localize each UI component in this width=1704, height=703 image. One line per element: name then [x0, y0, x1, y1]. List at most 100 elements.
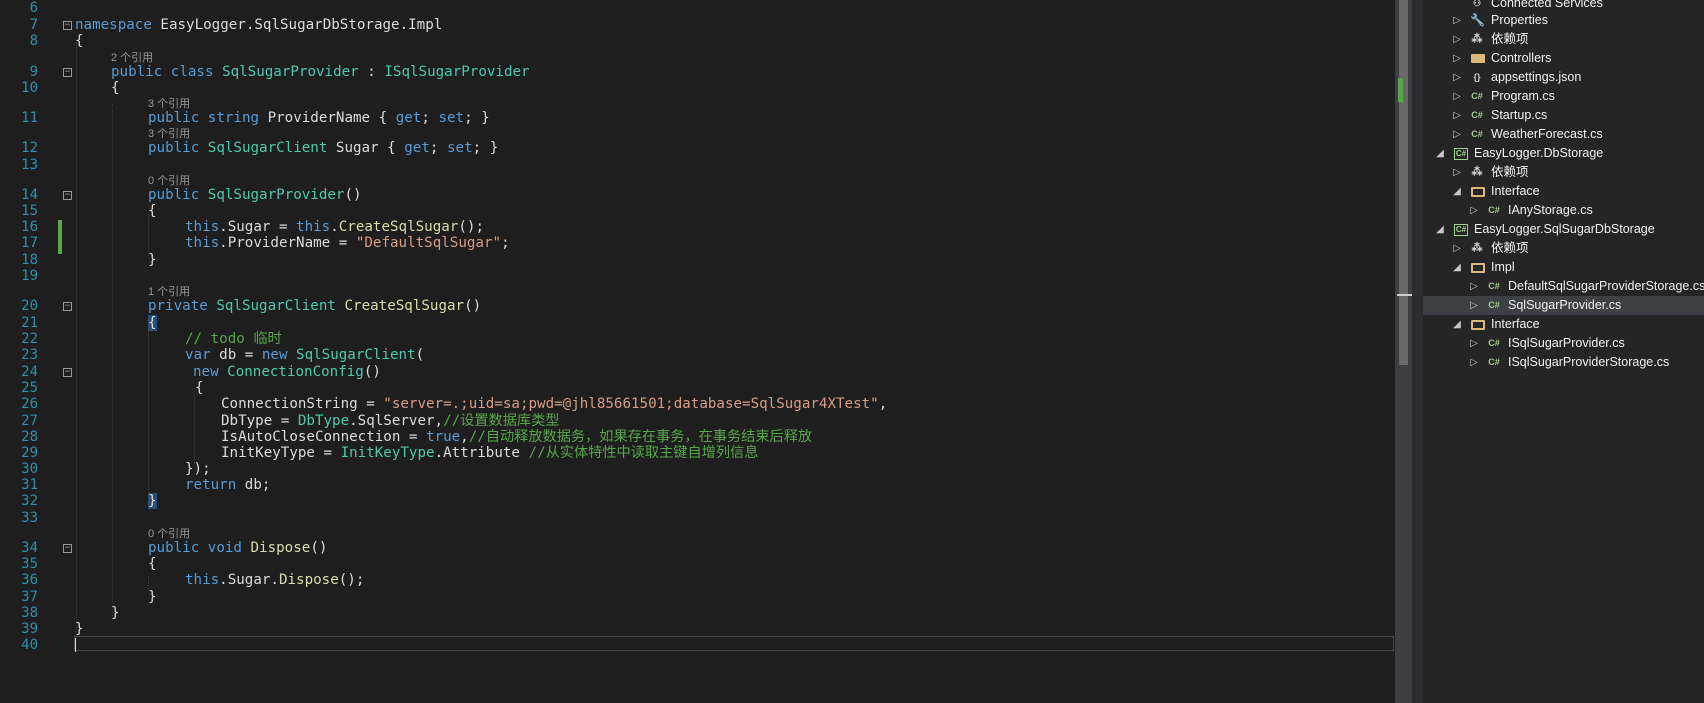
expanded-arrow-icon[interactable]: ◢	[1452, 258, 1462, 277]
tree-item-label: ISqlSugarProviderStorage.cs	[1508, 355, 1670, 369]
code-line[interactable]: 26 ConnectionString = "server=.;uid=sa;p…	[0, 396, 1395, 412]
expand-arrow-icon[interactable]: ▷	[1452, 68, 1462, 87]
line-number: 20	[21, 298, 38, 314]
expand-arrow-icon[interactable]: ▷	[1452, 87, 1462, 106]
code-line[interactable]: 25 {	[0, 380, 1395, 396]
code-line[interactable]: 22 // todo 临时	[0, 331, 1395, 347]
tree-item-program[interactable]: ▷ C# Program.cs	[1423, 87, 1704, 106]
tree-item-interface-folder[interactable]: ◢ Interface	[1423, 315, 1704, 334]
code-line[interactable]: 15 {	[0, 203, 1395, 219]
expand-arrow-icon[interactable]: ▷	[1452, 49, 1462, 68]
code-line[interactable]: 17 this.ProviderName = "DefaultSqlSugar"…	[0, 235, 1395, 251]
code-line[interactable]: 36 this.Sugar.Dispose();	[0, 572, 1395, 588]
codelens-references[interactable]: 1 个引用	[148, 286, 190, 298]
editor-vertical-scrollbar[interactable]	[1395, 0, 1413, 703]
code-editor[interactable]: 6 7 − namespace EasyLogger.SqlSugarDbSto…	[0, 0, 1395, 703]
tree-item-label: Program.cs	[1491, 89, 1555, 103]
tree-item-appsettings[interactable]: ▷ {} appsettings.json	[1423, 68, 1704, 87]
tree-item-properties[interactable]: ▷ 🔧 Properties	[1423, 11, 1704, 30]
code-line[interactable]: 39 }	[0, 621, 1395, 637]
expand-arrow-icon[interactable]: ▷	[1452, 106, 1462, 125]
collapse-toggle-icon[interactable]: −	[63, 21, 72, 30]
code-line[interactable]: 37 }	[0, 589, 1395, 605]
expanded-arrow-icon[interactable]: ◢	[1452, 182, 1462, 201]
code-line[interactable]: 12 public SqlSugarClient Sugar { get; se…	[0, 140, 1395, 156]
code-line[interactable]: 13	[0, 157, 1395, 173]
expanded-arrow-icon[interactable]: ◢	[1452, 315, 1462, 334]
code-line[interactable]: 29 InitKeyType = InitKeyType.Attribute /…	[0, 445, 1395, 461]
collapse-toggle-icon[interactable]: −	[63, 302, 72, 311]
panel-splitter[interactable]	[1412, 0, 1423, 703]
tree-item-controllers[interactable]: ▷ Controllers	[1423, 49, 1704, 68]
codelens-references[interactable]: 0 个引用	[148, 528, 190, 540]
code-line[interactable]: 38 }	[0, 605, 1395, 621]
code-line[interactable]: 9 − public class SqlSugarProvider : ISql…	[0, 64, 1395, 80]
tree-item-isqlsugarprovider[interactable]: ▷ C# ISqlSugarProvider.cs	[1423, 334, 1704, 353]
tree-item-isqlsugarproviderstorage[interactable]: ▷ C# ISqlSugarProviderStorage.cs	[1423, 353, 1704, 372]
expand-arrow-icon[interactable]: ▷	[1452, 125, 1462, 144]
expand-arrow-icon[interactable]: ▷	[1469, 334, 1479, 353]
code-line[interactable]: 24 − new ConnectionConfig()	[0, 364, 1395, 380]
code-line[interactable]: 32 }	[0, 493, 1395, 509]
tree-item-label: 依赖项	[1491, 165, 1529, 179]
tree-item-sqlsugarprovider[interactable]: ▷ C# SqlSugarProvider.cs	[1423, 296, 1704, 315]
codelens-references[interactable]: 0 个引用	[148, 175, 190, 187]
expand-arrow-icon[interactable]: ▷	[1469, 201, 1479, 220]
code-line[interactable]: 7 − namespace EasyLogger.SqlSugarDbStora…	[0, 17, 1395, 33]
tree-item-dependencies[interactable]: ▷ ⁂ 依赖项	[1423, 239, 1704, 258]
codelens-references[interactable]: 3 个引用	[148, 98, 190, 110]
tree-item-defaultsqlsugarproviderstorage[interactable]: ▷ C# DefaultSqlSugarProviderStorage.cs	[1423, 277, 1704, 296]
code-line[interactable]: 28 IsAutoCloseConnection = true,//自动释放数据…	[0, 429, 1395, 445]
code-line[interactable]: 16 this.Sugar = this.CreateSqlSugar();	[0, 219, 1395, 235]
code-line[interactable]: 27 DbType = DbType.SqlServer,//设置数据库类型	[0, 413, 1395, 429]
expand-arrow-icon[interactable]: ▷	[1452, 163, 1462, 182]
expanded-arrow-icon[interactable]: ◢	[1435, 220, 1445, 239]
code-line[interactable]: 20 − private SqlSugarClient CreateSqlSug…	[0, 298, 1395, 314]
codelens-references[interactable]: 3 个引用	[148, 128, 190, 140]
collapse-toggle-icon[interactable]: −	[63, 544, 72, 553]
tree-item-ianystorage[interactable]: ▷ C# IAnyStorage.cs	[1423, 201, 1704, 220]
expand-arrow-icon[interactable]: ▷	[1452, 11, 1462, 30]
expand-arrow-icon[interactable]: ▷	[1469, 277, 1479, 296]
expanded-arrow-icon[interactable]: ◢	[1435, 144, 1445, 163]
code-line[interactable]: 35 {	[0, 556, 1395, 572]
code-line[interactable]: 11 public string ProviderName { get; set…	[0, 110, 1395, 126]
line-number: 9	[29, 64, 38, 80]
solution-explorer[interactable]: ⚇ Connected Services ▷ 🔧 Properties ▷ ⁂ …	[1423, 0, 1704, 703]
code-line[interactable]: 34 − public void Dispose()	[0, 540, 1395, 556]
code-line[interactable]: 19	[0, 268, 1395, 284]
tree-item-project-sqlsugardbstorage[interactable]: ◢ C# EasyLogger.SqlSugarDbStorage	[1423, 220, 1704, 239]
code-line[interactable]: 21 {	[0, 315, 1395, 331]
tree-item-label: EasyLogger.SqlSugarDbStorage	[1474, 222, 1655, 236]
code-line[interactable]: 14 − public SqlSugarProvider()	[0, 187, 1395, 203]
line-number: 27	[21, 413, 38, 429]
code-line[interactable]: 30 });	[0, 461, 1395, 477]
tree-item-interface-folder[interactable]: ◢ Interface	[1423, 182, 1704, 201]
code-line[interactable]: 8 {	[0, 33, 1395, 49]
tree-item-project-dbstorage[interactable]: ◢ C# EasyLogger.DbStorage	[1423, 144, 1704, 163]
collapse-toggle-icon[interactable]: −	[63, 368, 72, 377]
code-line[interactable]: 23 var db = new SqlSugarClient(	[0, 347, 1395, 363]
expand-arrow-icon[interactable]: ▷	[1452, 239, 1462, 258]
scrollbar-thumb[interactable]	[1399, 0, 1408, 365]
code-line[interactable]: 6	[0, 0, 1395, 16]
csharp-file-icon: C#	[1488, 281, 1500, 291]
collapse-toggle-icon[interactable]: −	[63, 191, 72, 200]
tree-item-dependencies[interactable]: ▷ ⁂ 依赖项	[1423, 30, 1704, 49]
code-text: this.Sugar.Dispose();	[185, 572, 365, 588]
code-text: public void Dispose()	[148, 540, 328, 556]
code-line[interactable]: 31 return db;	[0, 477, 1395, 493]
codelens-references[interactable]: 2 个引用	[111, 52, 153, 64]
code-line[interactable]: 18 }	[0, 252, 1395, 268]
tree-item-impl-folder[interactable]: ◢ Impl	[1423, 258, 1704, 277]
code-line[interactable]: 10 {	[0, 80, 1395, 96]
expand-arrow-icon[interactable]: ▷	[1469, 353, 1479, 372]
expand-arrow-icon[interactable]: ▷	[1469, 296, 1479, 315]
json-file-icon: {}	[1473, 72, 1481, 82]
code-line[interactable]: 33	[0, 510, 1395, 526]
tree-item-weatherforecast[interactable]: ▷ C# WeatherForecast.cs	[1423, 125, 1704, 144]
tree-item-dependencies[interactable]: ▷ ⁂ 依赖项	[1423, 163, 1704, 182]
tree-item-startup[interactable]: ▷ C# Startup.cs	[1423, 106, 1704, 125]
collapse-toggle-icon[interactable]: −	[63, 68, 72, 77]
expand-arrow-icon[interactable]: ▷	[1452, 30, 1462, 49]
